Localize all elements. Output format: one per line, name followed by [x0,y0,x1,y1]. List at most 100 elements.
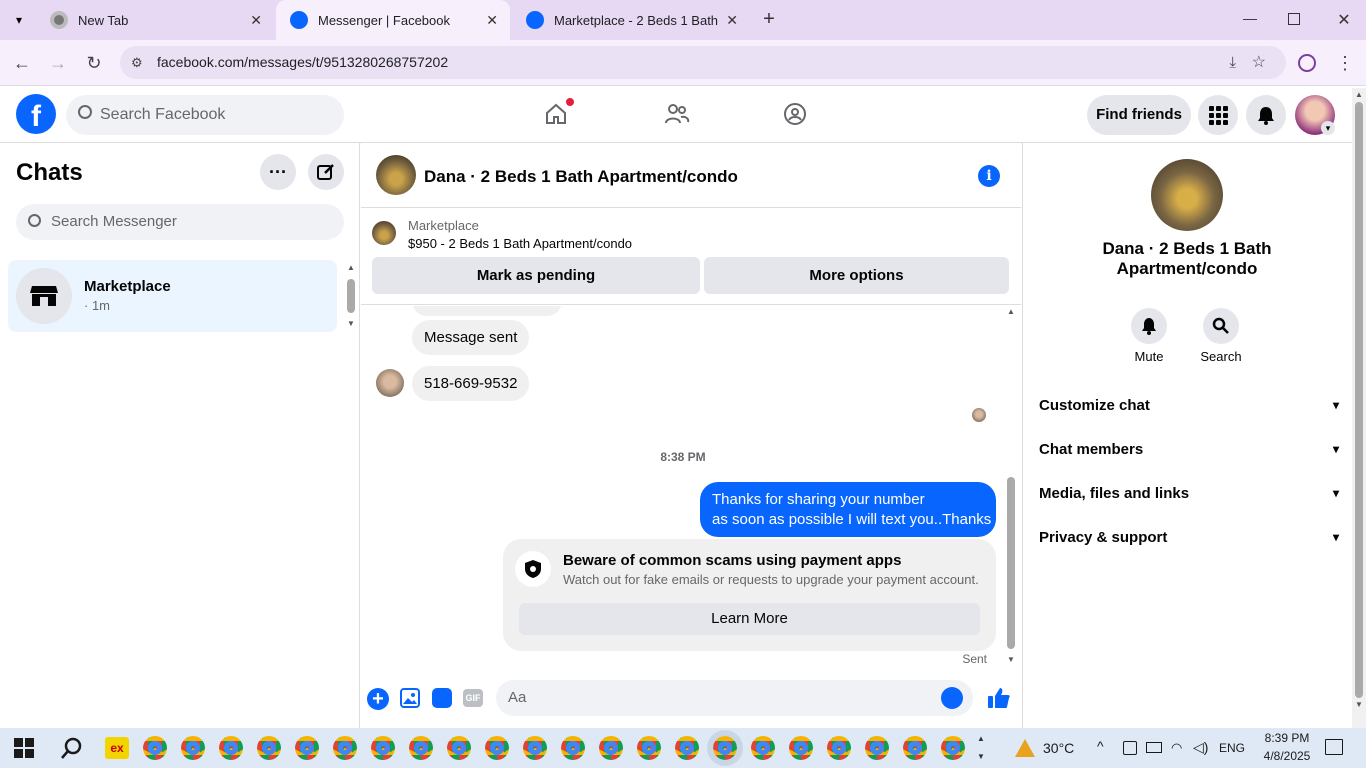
notifications-bell-icon[interactable] [1246,95,1286,135]
section-label: Customize chat [1039,396,1150,414]
close-tab-icon[interactable]: ✕ [726,12,738,29]
gif-icon[interactable]: GIF [463,689,483,707]
chrome-profile-app-icon[interactable] [143,736,167,760]
chrome-profile-app-icon[interactable] [941,736,965,760]
chrome-profile-app-icon[interactable] [219,736,243,760]
url-text: facebook.com/messages/t/9513280268757202 [157,54,449,70]
chat-members-row[interactable]: Chat members ▾ [1039,434,1339,464]
menu-kebab-icon[interactable]: ⋮ [1336,52,1354,74]
battery-icon[interactable] [1146,742,1162,753]
forward-arrow-icon[interactable]: → [46,51,70,75]
groups-icon[interactable] [783,102,807,126]
learn-more-button[interactable]: Learn More [519,603,980,635]
menu-grid-icon[interactable] [1198,95,1238,135]
chrome-profile-app-icon[interactable] [675,736,699,760]
chrome-profile-app-icon[interactable] [523,736,547,760]
listing-title[interactable]: $950 - 2 Beds 1 Bath Apartment/condo [408,236,632,251]
chrome-profile-app-icon[interactable] [181,736,205,760]
install-app-icon[interactable]: ⤓ [1229,46,1236,79]
message-scrollbar[interactable]: ▲ ▼ [1005,307,1017,665]
chrome-profile-app-icon[interactable] [789,736,813,760]
message-input[interactable]: Aa [496,680,973,716]
chrome-profile-app-icon[interactable] [371,736,395,760]
tab-marketplace[interactable]: Marketplace - 2 Beds 1 Bath Ap ✕ [512,0,750,40]
media-files-links-row[interactable]: Media, files and links ▾ [1039,478,1339,508]
mute-bell-icon[interactable] [1131,308,1167,344]
more-actions-plus-icon[interactable]: + [367,688,389,710]
taskbar-scroll-arrows[interactable]: ▲ ▼ [975,730,987,766]
attach-photo-icon[interactable] [400,688,420,708]
clock-date[interactable]: 4/8/2025 [1255,749,1319,763]
details-avatar[interactable] [1151,159,1223,231]
facebook-search-input[interactable]: Search Facebook [66,95,344,135]
url-field[interactable]: ⚙ facebook.com/messages/t/95132802687572… [120,46,1286,79]
page-scrollbar[interactable]: ▲ ▼ [1352,88,1366,728]
site-info-icon[interactable]: ⚙ [131,46,143,79]
conversation-info-icon[interactable]: i [978,165,1000,187]
new-message-icon[interactable] [308,154,344,190]
find-friends-button[interactable]: Find friends [1087,95,1191,135]
chats-options-icon[interactable]: ··· [260,154,296,190]
messenger-search-input[interactable]: Search Messenger [16,204,344,240]
conversation-title[interactable]: Dana · 2 Beds 1 Bath Apartment/condo [424,167,738,187]
restore-icon[interactable] [1288,13,1300,25]
chrome-profile-app-icon[interactable] [485,736,509,760]
chrome-profile-app-icon[interactable] [751,736,775,760]
account-chevron-down-icon[interactable]: ▾ [1321,121,1335,135]
wifi-icon[interactable]: ◠ [1171,740,1187,756]
search-conversation-icon[interactable] [1203,308,1239,344]
new-tab-plus-icon[interactable]: + [758,8,780,30]
temperature-text[interactable]: 30°C [1043,740,1074,756]
notification-center-icon[interactable] [1325,739,1343,755]
chrome-profile-app-icon[interactable] [409,736,433,760]
profile-icon[interactable] [1298,54,1316,72]
weather-icon[interactable] [1013,737,1037,759]
chrome-profile-app-icon[interactable] [827,736,851,760]
taskbar-search-icon[interactable] [60,736,84,760]
chrome-profile-app-icon[interactable] [447,736,471,760]
chrome-profile-app-icon[interactable] [257,736,281,760]
start-windows-icon[interactable] [14,738,34,758]
details-name: Dana · 2 Beds 1 Bath Apartment/condo [1102,239,1272,278]
clock-time[interactable]: 8:39 PM [1259,731,1315,745]
mark-as-pending-button[interactable]: Mark as pending [372,257,700,294]
chat-list-item[interactable]: Marketplace · 1m [8,260,337,332]
address-bar-row: ← → ↻ ⚙ facebook.com/messages/t/95132802… [0,40,1366,86]
chrome-profile-app-icon[interactable] [707,730,743,766]
close-tab-icon[interactable]: ✕ [486,12,498,29]
chat-list-scrollbar[interactable]: ▲ ▼ [346,263,356,329]
facebook-logo-icon[interactable]: f [16,94,56,134]
chrome-profile-app-icon[interactable] [903,736,927,760]
friends-icon[interactable] [664,102,690,126]
chrome-profile-app-icon[interactable] [599,736,623,760]
volume-icon[interactable]: ◁) [1193,739,1209,755]
chrome-profile-app-icon[interactable] [561,736,585,760]
chrome-profile-app-icon[interactable] [295,736,319,760]
customize-chat-row[interactable]: Customize chat ▾ [1039,390,1339,420]
chrome-profile-app-icon[interactable] [333,736,357,760]
tab-list-chevron-icon[interactable]: ▾ [8,10,30,30]
tray-chevron-up-icon[interactable]: ^ [1097,738,1113,756]
expressvpn-icon[interactable]: ex [105,737,129,759]
emoji-icon[interactable] [941,687,963,709]
back-arrow-icon[interactable]: ← [10,51,34,75]
tab-messenger[interactable]: Messenger | Facebook ✕ [276,0,510,40]
close-window-icon[interactable]: ✕ [1334,10,1354,30]
minimize-icon[interactable]: — [1240,10,1260,30]
listing-thumbnail[interactable] [372,221,396,245]
chrome-profile-app-icon[interactable] [637,736,661,760]
close-tab-icon[interactable]: ✕ [250,12,262,29]
more-options-button[interactable]: More options [704,257,1009,294]
like-thumbs-up-icon[interactable] [987,686,1011,710]
reload-icon[interactable]: ↻ [82,51,106,75]
conversation-avatar[interactable] [376,155,416,195]
meet-now-icon[interactable] [1123,741,1137,755]
message-input-placeholder: Aa [508,689,527,706]
chrome-profile-app-icon[interactable] [865,736,889,760]
tab-new-tab[interactable]: New Tab ✕ [36,0,274,40]
bookmark-star-icon[interactable]: ☆ [1252,46,1266,79]
privacy-support-row[interactable]: Privacy & support ▾ [1039,522,1339,552]
home-icon[interactable] [544,98,574,126]
sticker-icon[interactable] [432,688,452,708]
language-indicator[interactable]: ENG [1219,741,1245,755]
